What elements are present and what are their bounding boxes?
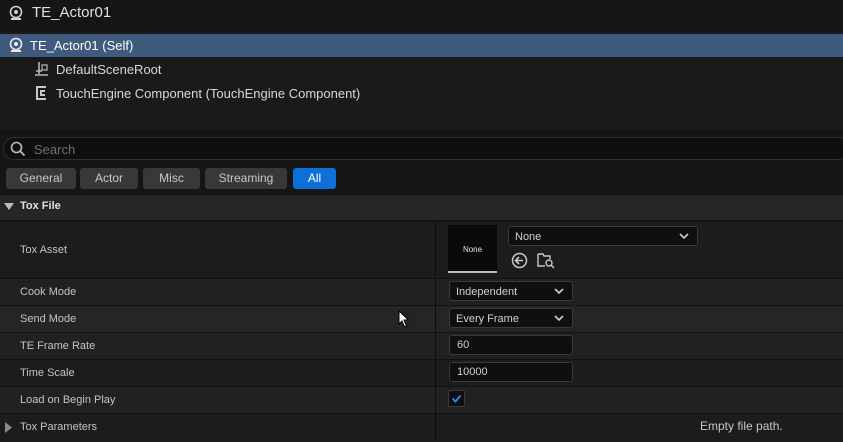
browse-folder-icon[interactable]	[537, 251, 555, 269]
mouse-cursor-icon	[398, 310, 410, 328]
property-row-te-frame-rate: TE Frame Rate	[0, 332, 843, 359]
dropdown-value: None	[515, 231, 542, 243]
component-tree: TE_Actor01 (Self) DefaultSceneRoot Touch…	[0, 31, 843, 130]
send-mode-dropdown[interactable]: Every Frame	[449, 308, 573, 328]
actor-icon	[9, 5, 23, 20]
property-label: Cook Mode	[20, 286, 77, 298]
actor-icon	[9, 37, 23, 52]
search-icon	[10, 141, 26, 157]
section-title: Tox File	[20, 200, 61, 212]
property-row-time-scale: Time Scale	[0, 359, 843, 386]
dropdown-value: Every Frame	[456, 313, 519, 325]
tox-asset-dropdown[interactable]: None	[508, 226, 698, 246]
tree-item-label: TouchEngine Component (TouchEngine Compo…	[56, 86, 361, 101]
tree-item-default-scene-root[interactable]: DefaultSceneRoot	[0, 58, 843, 81]
filter-tab-streaming[interactable]: Streaming	[205, 168, 287, 189]
collapse-arrow-icon	[4, 203, 14, 210]
section-header-tox-file[interactable]: Tox File	[0, 195, 843, 220]
scene-root-icon	[35, 62, 48, 76]
filter-tab-all[interactable]: All	[293, 168, 336, 189]
window-title: TE_Actor01	[32, 4, 112, 21]
component-icon	[36, 86, 46, 100]
property-label: Tox Parameters	[20, 421, 98, 433]
tree-item-label: DefaultSceneRoot	[56, 62, 162, 77]
time-scale-input[interactable]: 10000	[449, 362, 573, 382]
status-message: Empty file path.	[700, 419, 783, 433]
tree-item-self[interactable]: TE_Actor01 (Self)	[0, 34, 843, 57]
filter-tab-misc[interactable]: Misc	[143, 168, 200, 189]
te-frame-rate-input[interactable]: 60	[449, 335, 573, 355]
filter-tab-general[interactable]: General	[6, 168, 76, 189]
cook-mode-dropdown[interactable]: Independent	[449, 281, 573, 301]
property-row-cook-mode: Cook Mode	[0, 278, 843, 305]
window-titlebar: TE_Actor01	[0, 0, 843, 30]
load-on-begin-play-checkbox[interactable]	[448, 390, 465, 407]
chevron-down-icon	[554, 315, 564, 322]
asset-thumbnail[interactable]: None	[448, 225, 497, 273]
property-row-send-mode: Send Mode	[0, 305, 843, 332]
dropdown-value: Independent	[456, 286, 518, 298]
thumbnail-text: None	[462, 245, 483, 254]
use-selected-arrow-icon[interactable]	[511, 252, 528, 269]
tree-item-label: TE_Actor01 (Self)	[30, 38, 134, 53]
tree-item-touchengine-component[interactable]: TouchEngine Component (TouchEngine Compo…	[0, 82, 843, 105]
search-box[interactable]	[3, 137, 843, 160]
property-label: TE Frame Rate	[20, 340, 96, 352]
filter-tab-actor[interactable]: Actor	[80, 168, 138, 189]
checkmark-icon	[451, 394, 462, 403]
expand-arrow-icon	[5, 422, 12, 433]
property-label: Time Scale	[20, 367, 75, 379]
property-row-load-on-begin-play: Load on Begin Play	[0, 386, 843, 413]
column-divider[interactable]	[435, 221, 436, 441]
property-label: Tox Asset	[20, 244, 68, 256]
chevron-down-icon	[554, 288, 564, 295]
property-row-tox-asset: Tox Asset	[0, 221, 843, 278]
search-input[interactable]	[32, 139, 816, 159]
property-label: Send Mode	[20, 313, 77, 325]
chevron-down-icon	[679, 233, 689, 240]
property-label: Load on Begin Play	[20, 394, 116, 406]
